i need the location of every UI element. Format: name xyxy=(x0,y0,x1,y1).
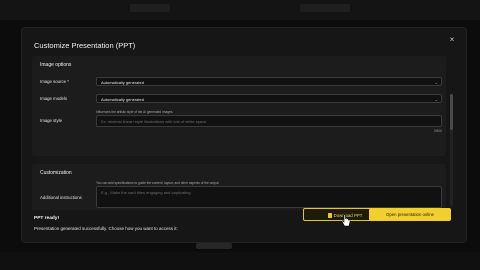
image-source-value: Automatically generated xyxy=(101,80,144,85)
background-pill xyxy=(196,243,232,249)
chevron-down-icon: ⌄ xyxy=(434,97,438,102)
status-message: Presentation generated successfully. Cho… xyxy=(34,226,178,231)
image-style-counter: 0/500 xyxy=(434,129,442,133)
image-source-label: Image source * xyxy=(40,79,69,84)
additional-instructions-textarea[interactable]: E.g., Make the card titles engaging and … xyxy=(96,186,442,208)
close-icon[interactable]: × xyxy=(446,34,458,46)
background-page-footer xyxy=(0,252,480,270)
hand-pointer-icon xyxy=(341,214,351,227)
image-models-value: Automatically generated xyxy=(101,97,144,102)
image-options-section: Image options Image source * Automatical… xyxy=(32,56,446,156)
file-icon xyxy=(327,213,332,218)
background-bar xyxy=(300,4,350,12)
image-style-label: Image style xyxy=(40,118,62,123)
background-page-header xyxy=(0,0,480,20)
image-models-select[interactable]: Automatically generated ⌄ xyxy=(96,94,442,103)
image-style-hint: Influences the artistic style of the AI … xyxy=(96,110,174,114)
customization-section: Customization You can add specifications… xyxy=(32,164,446,210)
customize-dialog: Customize Presentation (PPT) × Image opt… xyxy=(22,28,466,242)
options-scroll-area[interactable]: Image options Image source * Automatical… xyxy=(32,54,446,210)
image-models-label: Image models xyxy=(40,96,67,101)
chevron-down-icon: ⌄ xyxy=(434,80,438,85)
open-online-button[interactable]: Open presentation online xyxy=(369,208,451,221)
image-style-input[interactable]: Ex: minimal lineart style illustrations … xyxy=(96,115,442,127)
background-bar xyxy=(130,4,170,12)
additional-instructions-label: Additional instructions xyxy=(40,195,82,200)
status-title: PPT ready! xyxy=(34,216,60,221)
section-title-customization: Customization xyxy=(40,170,72,176)
customization-hint: You can add specifications to guide the … xyxy=(96,181,220,185)
image-source-select[interactable]: Automatically generated ⌄ xyxy=(96,77,442,86)
dialog-title: Customize Presentation (PPT) xyxy=(34,41,136,50)
scrollbar-thumb[interactable] xyxy=(450,94,453,130)
section-title-image-options: Image options xyxy=(40,62,72,68)
